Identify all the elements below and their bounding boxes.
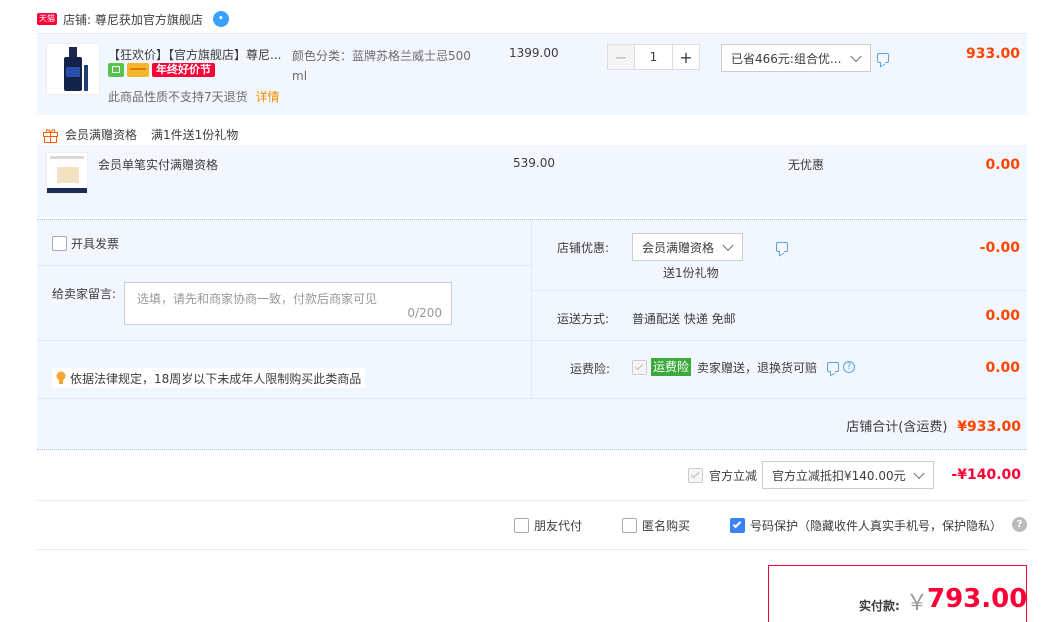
qty-input[interactable]: 1 bbox=[635, 44, 672, 70]
product-thumbnail[interactable] bbox=[46, 43, 100, 95]
insurance-text: 卖家赠送，退换货可赔 bbox=[697, 360, 818, 375]
gift-item-name: 会员单笔实付满赠资格 bbox=[98, 158, 219, 172]
item-discount-select[interactable]: 已省466元:组合优... bbox=[721, 44, 871, 72]
chat-icon[interactable] bbox=[775, 242, 788, 252]
gift-discount: 无优惠 bbox=[788, 158, 825, 172]
legal-note-text: 依据法律规定，18周岁以下未成年人限制购买此类商品 bbox=[70, 371, 362, 386]
invoice-label: 开具发票 bbox=[71, 237, 120, 251]
wangwang-icon[interactable]: ꔷ bbox=[212, 11, 229, 27]
detail-link[interactable]: 详情 bbox=[255, 90, 279, 104]
anonymous-option[interactable]: 匿名购买 bbox=[622, 517, 690, 534]
chevron-down-icon bbox=[850, 50, 862, 63]
friend-pay-option[interactable]: 朋友代付 bbox=[514, 517, 582, 534]
tmall-badge-icon: 天猫 bbox=[37, 13, 57, 25]
store-discount-amount: -0.00 bbox=[979, 240, 1020, 256]
insurance-badge: 运费险 bbox=[651, 358, 692, 376]
chat-icon[interactable] bbox=[827, 362, 840, 372]
payable-amount: 793.00 bbox=[927, 584, 1028, 614]
official-discount-label: 官方立减 bbox=[709, 469, 758, 483]
sku-line-2: ml bbox=[292, 69, 308, 83]
product-badges: 年终好价节 bbox=[108, 63, 215, 77]
unit-price: 1399.00 bbox=[509, 46, 559, 60]
store-header: 天猫 店铺: 尊尼获加官方旗舰店 ꔷ bbox=[37, 10, 229, 28]
official-discount-select[interactable]: 官方立减抵扣¥140.00元 bbox=[762, 461, 934, 489]
shipping-label: 运送方式: bbox=[557, 312, 610, 326]
official-discount-checkbox bbox=[688, 468, 703, 483]
insurance-label: 运费险: bbox=[570, 362, 611, 376]
chevron-down-icon bbox=[913, 467, 925, 480]
product-title[interactable]: 【狂欢价】【官方旗舰店】尊尼... bbox=[108, 46, 290, 63]
gift-thumbnail bbox=[46, 152, 88, 194]
anonymous-checkbox[interactable] bbox=[622, 518, 637, 533]
gift-header: 会员满赠资格 满1件送1份礼物 bbox=[42, 126, 238, 143]
privacy-checkbox[interactable] bbox=[730, 518, 745, 533]
gift-subtotal: 0.00 bbox=[985, 157, 1020, 173]
payable-box: 实付款: ￥ 793.00 bbox=[768, 565, 1027, 622]
shipping-value: 普通配送 快递 免邮 bbox=[632, 312, 736, 326]
shipping-amount: 0.00 bbox=[985, 308, 1020, 324]
message-placeholder: 选填，请先和商家协商一致，付款后商家可见 bbox=[137, 292, 378, 306]
friend-pay-label: 朋友代付 bbox=[534, 519, 583, 533]
insurance-row: 运费险 卖家赠送，退换货可赔 ? bbox=[632, 358, 856, 376]
gift-unit-price: 539.00 bbox=[513, 156, 555, 170]
invoice-checkbox[interactable] bbox=[52, 236, 67, 251]
sku-info: 颜色分类：蓝牌苏格兰威士忌500 ml bbox=[292, 46, 482, 86]
anonymous-label: 匿名购买 bbox=[642, 519, 691, 533]
store-total-label: 店铺合计(含运费) bbox=[846, 420, 948, 435]
official-discount-option: 官方立减 bbox=[688, 467, 757, 484]
store-total: 店铺合计(含运费) ¥933.00 bbox=[780, 416, 1021, 435]
help-icon[interactable]: ? bbox=[843, 361, 856, 373]
message-label: 给卖家留言: bbox=[52, 287, 117, 301]
qty-minus-button[interactable]: − bbox=[607, 44, 635, 70]
chat-icon[interactable] bbox=[877, 53, 889, 63]
invoice-option[interactable]: 开具发票 bbox=[52, 235, 119, 252]
privacy-label: 号码保护（隐藏收件人真实手机号，保护隐私） bbox=[750, 519, 1003, 533]
payable-label: 实付款: bbox=[859, 599, 900, 613]
sku-line-1: 颜色分类：蓝牌苏格兰威士忌500 bbox=[292, 49, 471, 63]
insurance-amount: 0.00 bbox=[985, 360, 1020, 376]
friend-pay-checkbox[interactable] bbox=[514, 518, 529, 533]
bulb-icon bbox=[56, 371, 66, 384]
quantity-stepper: − 1 + bbox=[607, 44, 700, 70]
whisky-bottle-icon bbox=[64, 47, 88, 91]
official-discount-value: 官方立减抵扣¥140.00元 bbox=[772, 468, 906, 483]
card-icon bbox=[127, 63, 149, 77]
store-discount-select[interactable]: 会员满赠资格 bbox=[632, 233, 743, 261]
official-discount-amount: -¥140.00 bbox=[951, 467, 1021, 483]
gift-header-rule: 满1件送1份礼物 bbox=[151, 128, 239, 142]
legal-note: 依据法律规定，18周岁以下未成年人限制购买此类商品 bbox=[52, 368, 366, 388]
coupon-icon bbox=[108, 63, 124, 77]
message-textarea[interactable]: 选填，请先和商家协商一致，付款后商家可见 0/200 bbox=[124, 282, 452, 325]
item-subtotal: 933.00 bbox=[965, 46, 1020, 62]
item-discount-value: 已省466元:组合优... bbox=[731, 51, 842, 66]
promo-badge: 年终好价节 bbox=[152, 63, 215, 77]
product-note: 此商品性质不支持7天退货 详情 bbox=[108, 88, 279, 105]
privacy-option[interactable]: 号码保护（隐藏收件人真实手机号，保护隐私） bbox=[730, 517, 1002, 534]
message-counter: 0/200 bbox=[407, 306, 442, 320]
return-note: 此商品性质不支持7天退货 bbox=[108, 90, 248, 104]
help-icon[interactable]: ? bbox=[1012, 517, 1027, 532]
store-name[interactable]: 店铺: 尊尼获加官方旗舰店 bbox=[63, 11, 203, 28]
gift-icon bbox=[43, 128, 58, 143]
store-discount-value: 会员满赠资格 bbox=[642, 240, 715, 255]
qty-plus-button[interactable]: + bbox=[672, 44, 700, 70]
chevron-down-icon bbox=[722, 239, 734, 252]
payable-currency: ￥ bbox=[906, 591, 929, 616]
gift-header-label: 会员满赠资格 bbox=[65, 128, 138, 142]
store-discount-sub: 送1份礼物 bbox=[663, 266, 719, 280]
store-total-amount: ¥933.00 bbox=[957, 419, 1021, 435]
insurance-checkbox bbox=[632, 359, 647, 375]
store-discount-label: 店铺优惠: bbox=[557, 241, 610, 255]
